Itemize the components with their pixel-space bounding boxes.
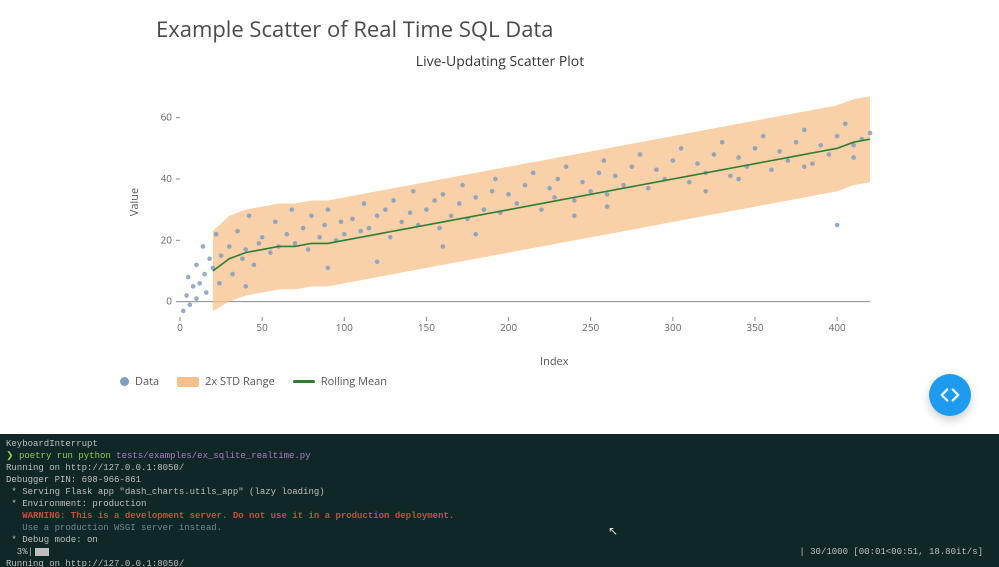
terminal-line: 3%|| 30/1000 [00:01<00:51, 18.80it/s] (6, 546, 993, 558)
svg-text:400: 400 (829, 320, 846, 334)
legend-marker-data (120, 377, 129, 386)
chart-legend: Data 2x STD Range Rolling Mean (120, 374, 999, 389)
svg-text:100: 100 (336, 320, 353, 334)
svg-text:40: 40 (161, 171, 173, 185)
terminal-line: * Debug mode: on (6, 534, 993, 546)
terminal-line: Use a production WSGI server instead. (6, 522, 993, 534)
terminal-pane[interactable]: KeyboardInterrupt❯ poetry run python tes… (0, 434, 999, 567)
svg-text:60: 60 (161, 110, 173, 124)
page-title: Example Scatter of Real Time SQL Data (156, 14, 999, 44)
terminal-line: * Environment: production (6, 498, 993, 510)
terminal-line: Running on http://127.0.0.1:8050/ (6, 462, 993, 474)
x-axis-label: Index (540, 354, 568, 369)
terminal-line: Running on http://127.0.0.1:8050/ (6, 558, 993, 567)
svg-text:350: 350 (746, 320, 763, 334)
svg-text:250: 250 (582, 320, 599, 334)
terminal-line: ❯ poetry run python tests/examples/ex_sq… (6, 450, 993, 462)
code-icon (939, 384, 961, 406)
terminal-line: * Serving Flask app "dash_charts.utils_a… (6, 486, 993, 498)
svg-text:0: 0 (177, 320, 183, 334)
svg-text:200: 200 (500, 320, 517, 334)
terminal-line: KeyboardInterrupt (6, 438, 993, 450)
terminal-line: WARNING: This is a development server. D… (6, 510, 993, 522)
terminal-line: Debugger PIN: 698-966-861 (6, 474, 993, 486)
svg-text:0: 0 (166, 294, 172, 308)
svg-text:150: 150 (418, 320, 435, 334)
code-toggle-button[interactable] (929, 374, 971, 416)
svg-text:Value: Value (127, 188, 142, 216)
chart-canvas: Value 0 20 40 60 0 50 100 150 200 250 300 350 400 (120, 77, 880, 347)
svg-text:20: 20 (161, 232, 173, 246)
scatter-chart[interactable]: Live-Updating Scatter Plot Value 0 20 40 60 0… (120, 52, 880, 372)
legend-label: 2x STD Range (205, 374, 275, 389)
legend-label: Rolling Mean (321, 374, 387, 389)
legend-item-band: 2x STD Range (177, 374, 275, 389)
legend-item-mean: Rolling Mean (293, 374, 387, 389)
legend-label: Data (135, 374, 159, 389)
svg-text:50: 50 (256, 320, 268, 334)
legend-item-data: Data (120, 374, 159, 389)
legend-marker-line (293, 380, 315, 383)
svg-text:300: 300 (664, 320, 681, 334)
legend-marker-band (177, 377, 199, 387)
chart-title: Live-Updating Scatter Plot (120, 52, 880, 71)
